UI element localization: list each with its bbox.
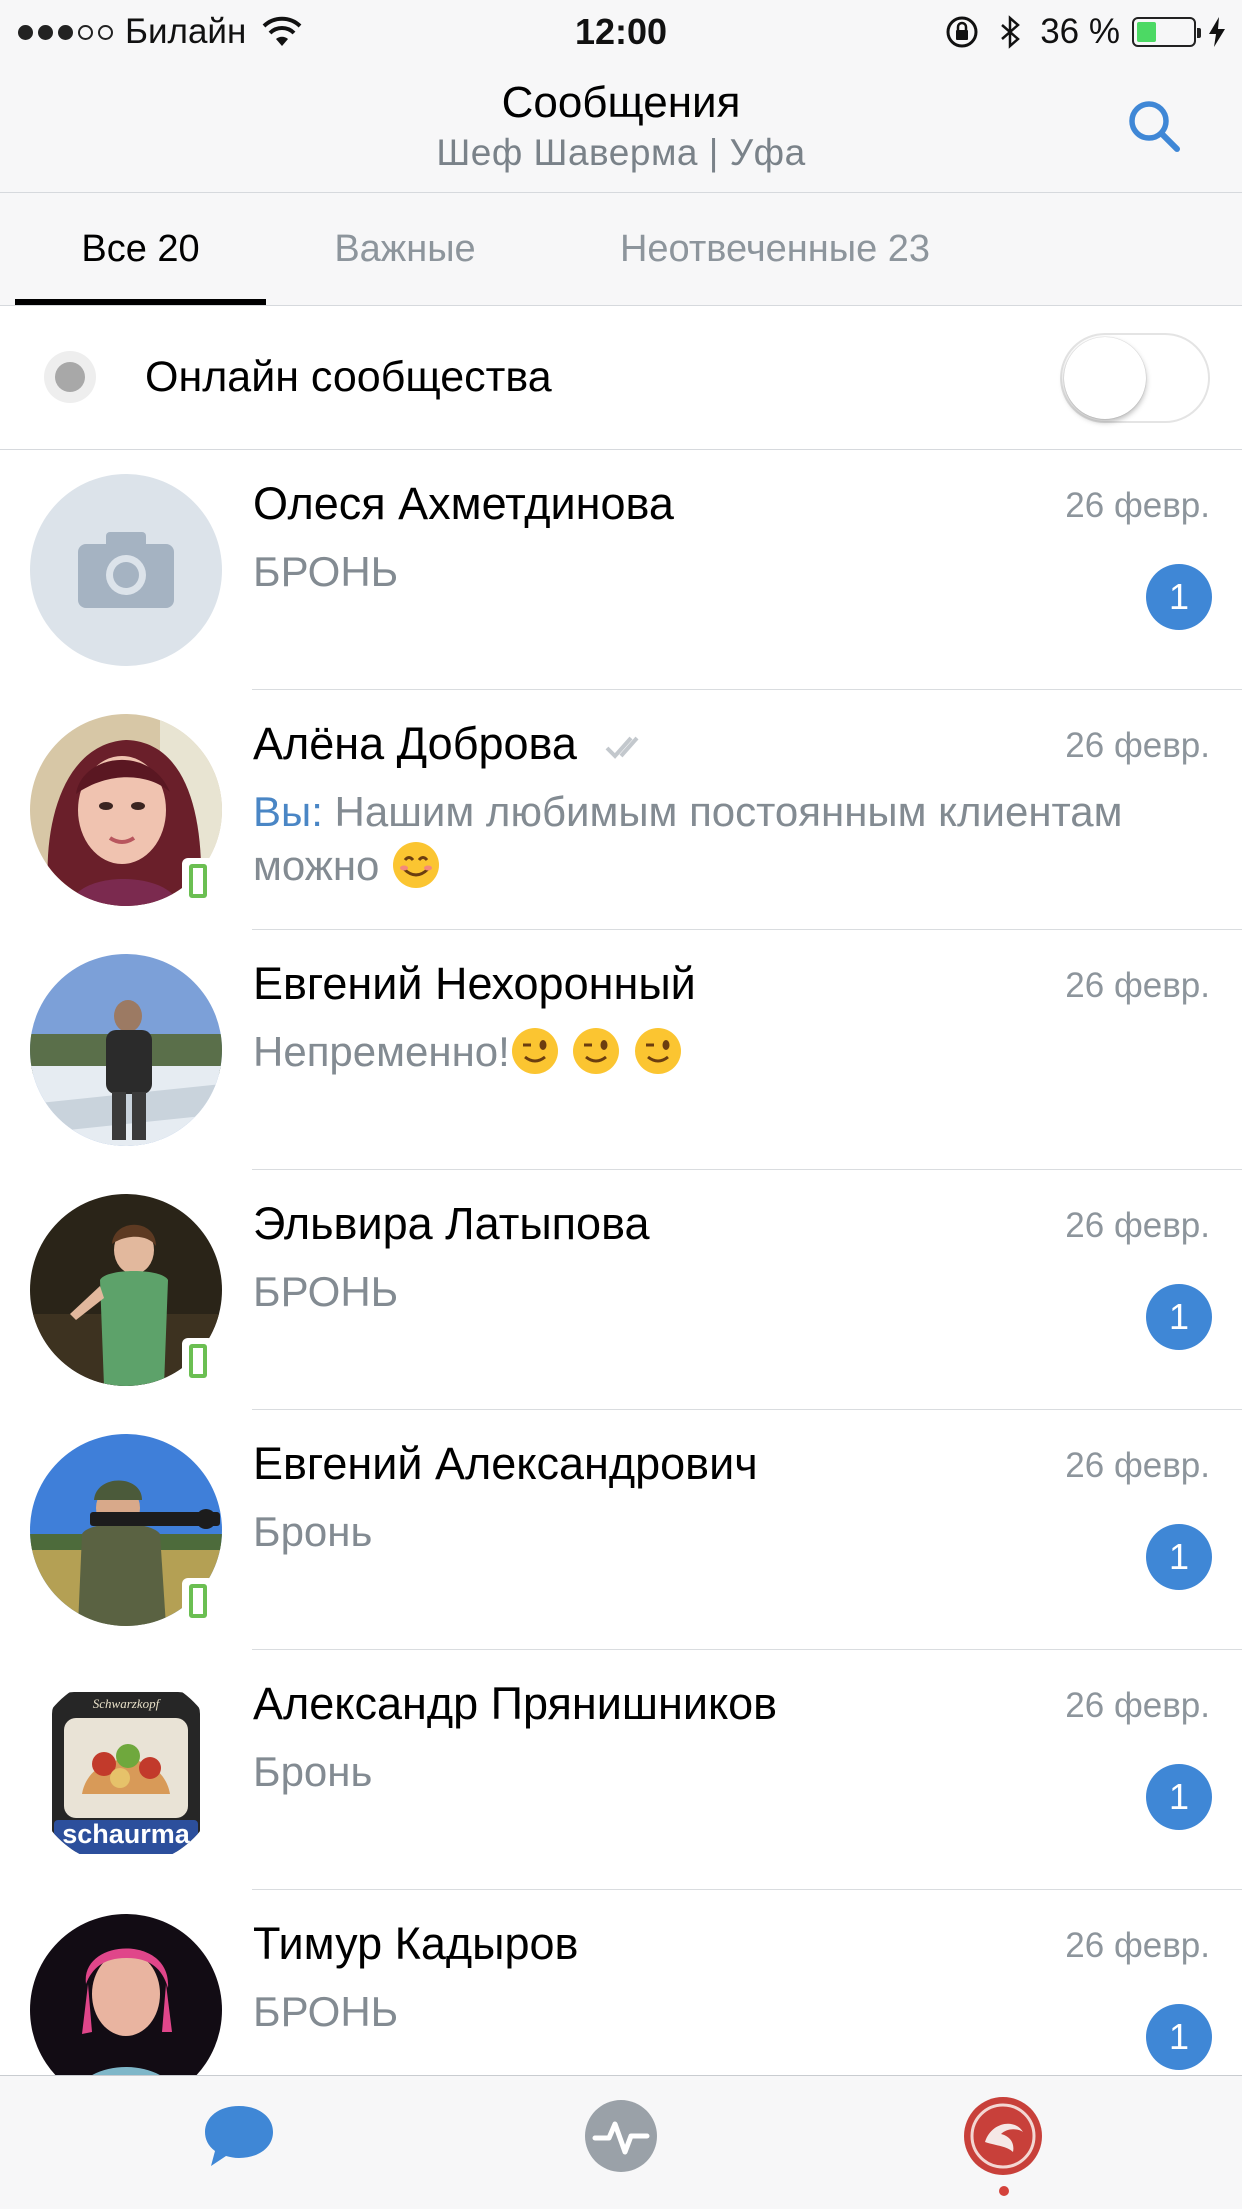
conversation-list: Олеся Ахметдинова 26 февр. БРОНЬ 1 Алёна… <box>0 450 1242 2075</box>
conversation-date: 26 февр. <box>1065 966 1210 1005</box>
message-preview: БРОНЬ <box>253 1268 399 1315</box>
message-preview: Бронь <box>253 1508 373 1555</box>
conversation-date: 26 февр. <box>1065 1446 1210 1485</box>
online-communities-label: Онлайн сообщества <box>145 353 552 401</box>
you-prefix: Вы: <box>253 788 323 835</box>
page-title: Сообщения <box>501 78 741 127</box>
battery-level-fill <box>1137 22 1157 42</box>
avatar[interactable] <box>30 1914 222 2075</box>
online-status-icon <box>44 351 96 403</box>
avatar-photo <box>30 954 222 1146</box>
message-text: Непременно! <box>253 1028 510 1075</box>
conversation-item[interactable]: Тимур Кадыров 26 февр. БРОНЬ 1 <box>0 1890 1242 2075</box>
online-communities-row: Онлайн сообщества <box>0 306 1242 450</box>
conversation-name: Олеся Ахметдинова <box>253 478 674 529</box>
online-communities-toggle[interactable] <box>1060 333 1210 423</box>
unread-badge: 1 <box>1146 2004 1212 2070</box>
community-avatar-icon[interactable] <box>963 2096 1043 2176</box>
winking-emoji-icon <box>573 1028 620 1074</box>
message-preview: БРОНЬ <box>253 548 399 595</box>
charging-bolt-icon <box>1209 17 1225 47</box>
mobile-online-icon <box>182 858 214 904</box>
battery-percent: 36 % <box>1040 12 1120 51</box>
logo-text: schaurma <box>62 1819 190 1849</box>
conversation-item[interactable]: Евгений Александрович 26 февр. Бронь 1 <box>0 1410 1242 1650</box>
conversation-item[interactable]: Олеся Ахметдинова 26 февр. БРОНЬ 1 <box>0 450 1242 690</box>
avatar[interactable] <box>30 954 222 1146</box>
conversation-item[interactable]: Schwarzkopf schaurma Александр Прянишник… <box>0 1650 1242 1890</box>
conversation-item[interactable]: Евгений Нехоронный 26 февр. Непременно! <box>0 930 1242 1170</box>
tab-unanswered[interactable]: Неотвеченные 23 <box>575 193 975 305</box>
page-subtitle: Шеф Шаверма | Уфа <box>436 132 806 173</box>
conversation-date: 26 февр. <box>1065 1686 1210 1725</box>
conversation-name: Алёна Доброва <box>253 718 655 770</box>
active-tab-indicator <box>15 299 266 305</box>
conversation-name: Тимур Кадыров <box>253 1918 579 1969</box>
rotation-lock-icon <box>946 16 978 48</box>
status-left: Билайн <box>18 8 302 56</box>
message-preview: Бронь <box>253 1748 373 1795</box>
unread-badge: 1 <box>1146 1524 1212 1590</box>
chat-bubble-icon[interactable] <box>199 2096 279 2176</box>
logo-top-text: Schwarzkopf <box>92 1696 160 1711</box>
conversation-item[interactable]: Алёна Доброва 26 февр. Вы: Нашим любимым… <box>0 690 1242 930</box>
unread-badge: 1 <box>1146 564 1212 630</box>
winking-emoji-icon <box>635 1028 682 1074</box>
conversation-item[interactable]: Эльвира Латыпова 26 февр. БРОНЬ 1 <box>0 1170 1242 1410</box>
status-right: 36 % <box>944 8 1228 56</box>
conversation-date: 26 февр. <box>1065 1206 1210 1245</box>
message-preview: Непременно! <box>253 1025 1213 1079</box>
conversation-date: 26 февр. <box>1065 726 1210 765</box>
tab-all[interactable]: Все 20 <box>15 193 266 305</box>
status-bar: Билайн 12:00 36 % <box>0 0 1242 64</box>
battery-icon <box>1132 17 1201 47</box>
conversation-name-text: Алёна Доброва <box>253 718 577 769</box>
avatar-photo <box>30 1914 222 2075</box>
filter-tabs: Все 20 Важные Неотвеченные 23 <box>0 193 1242 306</box>
conversation-name: Александр Прянишников <box>253 1678 778 1729</box>
bottom-tab-bar <box>0 2075 1242 2209</box>
tab-important[interactable]: Важные <box>290 193 520 305</box>
navigation-bar: Сообщения Шеф Шаверма | Уфа <box>0 64 1242 193</box>
mobile-online-icon <box>182 1578 214 1624</box>
smiling-emoji-icon <box>393 842 440 888</box>
message-preview: Вы: Нашим любимым постоянным клиентам мо… <box>253 785 1213 893</box>
conversation-name: Евгений Нехоронный <box>253 958 696 1009</box>
mobile-online-icon <box>182 1338 214 1384</box>
unread-badge: 1 <box>1146 1284 1212 1350</box>
conversation-name: Эльвира Латыпова <box>253 1198 650 1249</box>
winking-emoji-icon <box>511 1028 558 1074</box>
signal-strength-icon <box>18 24 113 40</box>
avatar[interactable] <box>30 474 222 666</box>
search-icon[interactable] <box>1122 94 1186 158</box>
bluetooth-icon <box>1001 15 1021 49</box>
wifi-icon <box>262 16 302 46</box>
carrier-name: Билайн <box>125 12 247 51</box>
avatar[interactable]: Schwarzkopf schaurma <box>30 1674 222 1866</box>
read-checkmark-icon <box>606 736 639 760</box>
camera-placeholder-icon <box>30 474 222 666</box>
conversation-date: 26 февр. <box>1065 1926 1210 1965</box>
toggle-knob <box>1064 337 1146 419</box>
notification-dot <box>999 2186 1009 2196</box>
message-text: Нашим любимым постоянным клиентам можно <box>253 788 1123 889</box>
conversation-date: 26 февр. <box>1065 486 1210 525</box>
activity-pulse-icon[interactable] <box>581 2096 661 2176</box>
message-preview: БРОНЬ <box>253 1988 399 2035</box>
conversation-name: Евгений Александрович <box>253 1438 758 1489</box>
unread-badge: 1 <box>1146 1764 1212 1830</box>
